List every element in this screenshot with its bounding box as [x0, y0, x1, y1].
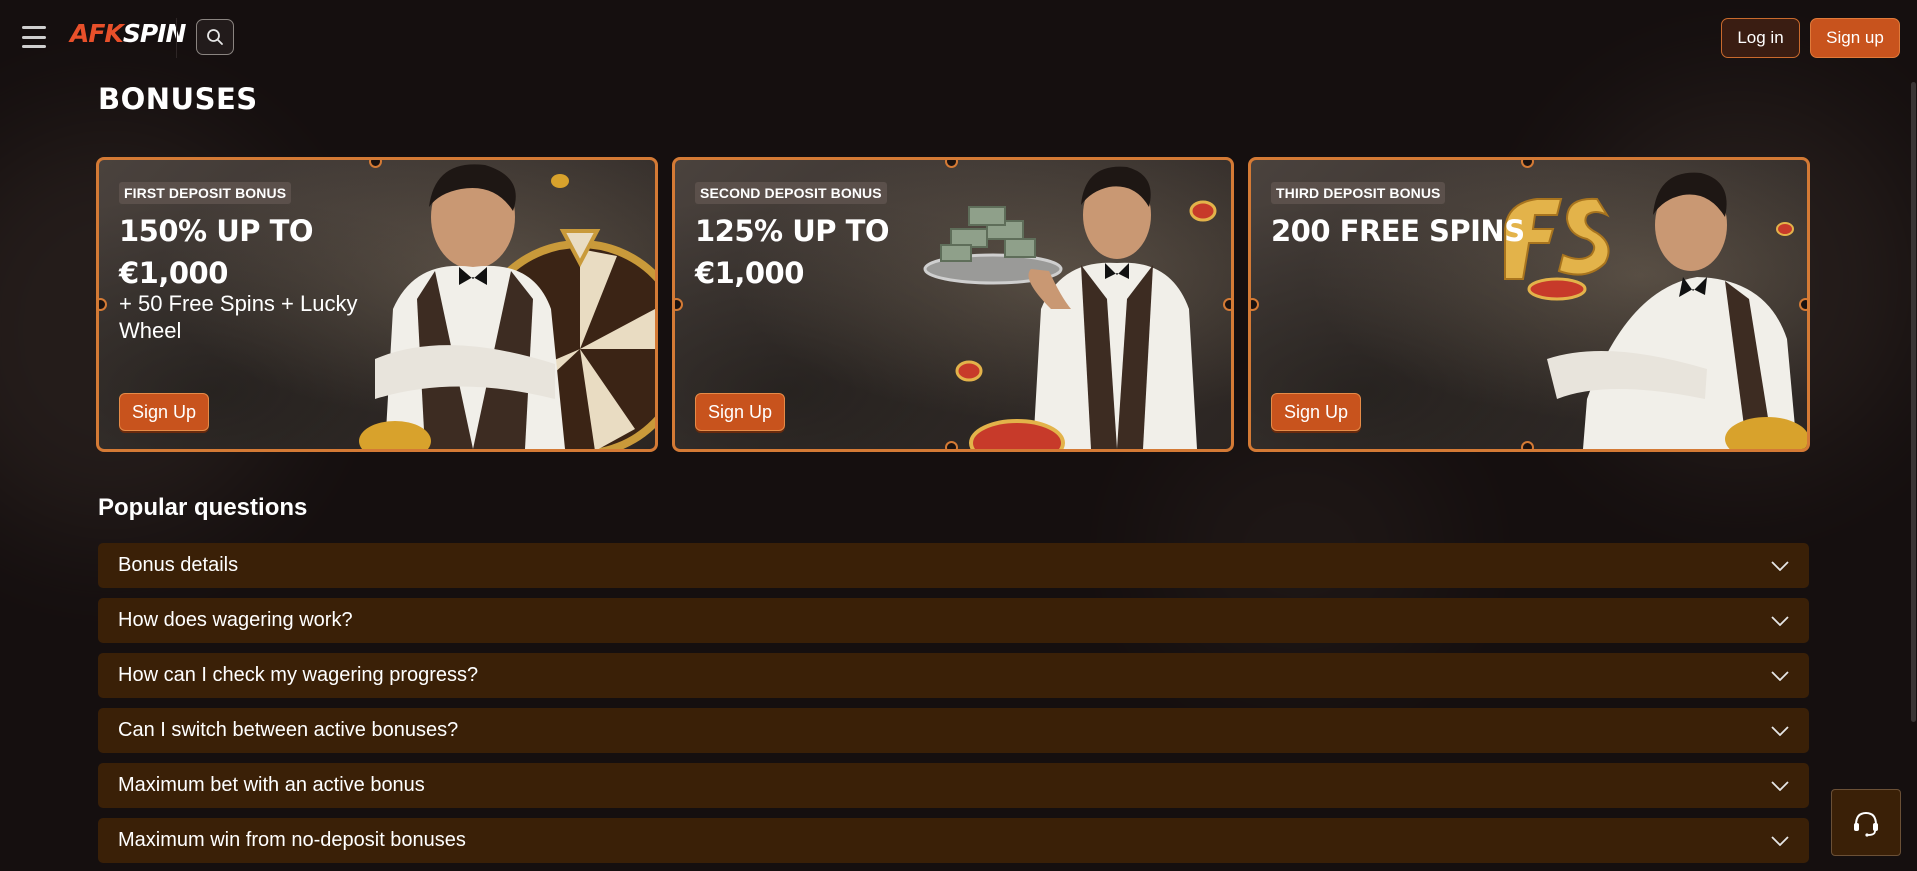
- faq-question: How does wagering work?: [118, 609, 353, 631]
- faq-item[interactable]: Maximum bet with an active bonus: [98, 763, 1809, 808]
- header-divider: [176, 18, 177, 58]
- faq-item[interactable]: How does wagering work?: [98, 598, 1809, 643]
- bonus-title: 200 FREE SPINS: [1271, 214, 1525, 248]
- chevron-down-icon: [1771, 780, 1789, 791]
- faq-question: Bonus details: [118, 554, 239, 576]
- faq-question: How can I check my wagering progress?: [118, 664, 479, 686]
- chevron-down-icon: [1771, 725, 1789, 736]
- faq-item[interactable]: Maximum win from no-deposit bonuses: [98, 818, 1809, 863]
- logo-text-afk: AFK: [70, 18, 124, 48]
- menu-icon[interactable]: [22, 26, 46, 48]
- support-chat-button[interactable]: [1831, 789, 1901, 856]
- bonus-signup-button[interactable]: Sign Up: [1271, 393, 1362, 431]
- faq-item[interactable]: Can I switch between active bonuses?: [98, 708, 1809, 753]
- page-scrollbar[interactable]: [1911, 82, 1916, 722]
- bonus-title: 150% UP TO €1,000: [119, 214, 314, 290]
- headset-icon: [1854, 811, 1878, 837]
- faq-item[interactable]: Bonus details: [98, 543, 1809, 588]
- chevron-down-icon: [1771, 560, 1789, 571]
- faq-item[interactable]: How can I check my wagering progress?: [98, 653, 1809, 698]
- host-with-fs-logo-illustration: [1504, 172, 1807, 449]
- bonus-subtitle: + 50 Free Spins + Lucky Wheel: [119, 291, 358, 343]
- bonus-title: 125% UP TO €1,000: [695, 214, 890, 290]
- bonus-badge: SECOND DEPOSIT BONUS: [695, 182, 887, 204]
- bonus-signup-button[interactable]: Sign Up: [119, 393, 210, 431]
- faq-question: Can I switch between active bonuses?: [118, 719, 459, 741]
- faq-heading: Popular questions: [98, 494, 308, 521]
- bonus-card-first-deposit[interactable]: FIRST DEPOSIT BONUS 150% UP TO €1,000 + …: [96, 157, 658, 452]
- chevron-down-icon: [1771, 670, 1789, 681]
- top-navigation: AFK SPIN Log in Sign up: [0, 0, 1917, 76]
- bonus-card-second-deposit[interactable]: SECOND DEPOSIT BONUS 125% UP TO €1,000 S…: [672, 157, 1234, 452]
- search-icon: [207, 29, 223, 45]
- chevron-down-icon: [1771, 835, 1789, 846]
- bonus-card-third-deposit[interactable]: THIRD DEPOSIT BONUS 200 FREE SPINS Sign …: [1248, 157, 1810, 452]
- search-button[interactable]: [196, 19, 234, 55]
- bonus-badge: THIRD DEPOSIT BONUS: [1271, 182, 1446, 204]
- host-with-money-tray-illustration: [923, 166, 1217, 449]
- chevron-down-icon: [1771, 615, 1789, 626]
- host-with-wheel-illustration: [359, 164, 655, 449]
- logo[interactable]: AFK SPIN: [70, 16, 186, 50]
- login-button[interactable]: Log in: [1721, 18, 1800, 58]
- faq-question: Maximum win from no-deposit bonuses: [118, 829, 466, 851]
- page-title: BONUSES: [98, 82, 258, 116]
- bonus-badge: FIRST DEPOSIT BONUS: [119, 182, 292, 204]
- signup-button[interactable]: Sign up: [1810, 18, 1900, 58]
- faq-question: Maximum bet with an active bonus: [118, 774, 425, 796]
- bonus-signup-button[interactable]: Sign Up: [695, 393, 786, 431]
